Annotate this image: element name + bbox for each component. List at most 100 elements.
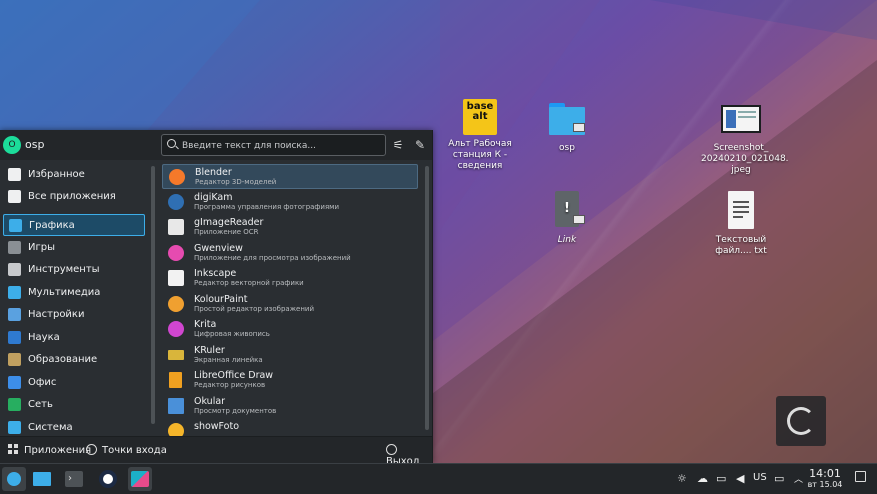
okular-icon [168, 398, 184, 414]
gimagereader-icon [168, 219, 184, 235]
osd-rotation-indicator [776, 396, 826, 446]
bookmark-icon [8, 168, 21, 181]
desktop-icon-osp[interactable]: osp [527, 99, 607, 154]
category-scrollbar[interactable] [151, 166, 155, 424]
leave-icon [386, 444, 397, 455]
desktop-icon-label: Текстовый файл.... txt [715, 235, 767, 256]
app-item[interactable]: KRuler Экранная линейка [162, 343, 418, 368]
app-item[interactable]: Inkscape Редактор векторной графики [162, 266, 418, 291]
desktop-icon-screenshot[interactable]: Screenshot_ 20240210_021048. jpeg [701, 99, 789, 176]
gwenview-icon [168, 245, 184, 261]
graphics-icon [9, 219, 22, 232]
desktop-icon-label: osp [559, 143, 575, 153]
category-games[interactable]: Игры [3, 237, 145, 259]
application-launcher: O osp ⚟ ✎ Избранное Все приложения Графи… [0, 130, 433, 467]
showfoto-icon [168, 423, 184, 436]
basealt-logo-icon: base alt [463, 99, 497, 135]
category-education[interactable]: Образование [3, 349, 145, 371]
places-tab[interactable]: Точки входа [86, 444, 167, 456]
desktop-icon-label: Screenshot_ 20240210_021048. jpeg [701, 143, 789, 175]
category-office[interactable]: Офис [3, 372, 145, 394]
app-item[interactable]: Gwenview Приложение для просмотра изображ… [162, 241, 418, 266]
weather-icon[interactable]: ☼ [677, 472, 687, 485]
text-file-icon [721, 191, 761, 231]
category-network[interactable]: Сеть [3, 394, 145, 416]
app-item[interactable]: showFoto [162, 419, 418, 436]
rotate-icon [787, 407, 815, 435]
system-icon [8, 421, 21, 434]
taskbar-spectacle[interactable] [128, 467, 152, 491]
desktop-icon-link[interactable]: ! Link [527, 191, 607, 246]
desktop-icon-basealt[interactable]: base alt Альт Рабочая станция К - сведен… [440, 99, 520, 172]
display-icon[interactable]: ▭ [774, 472, 784, 485]
settings-icon [8, 308, 21, 321]
apps-grid-icon [8, 444, 18, 454]
app-list: Blender Редактор 3D-моделей digiKam Програ… [160, 162, 422, 436]
battery-icon[interactable]: ▭ [716, 472, 726, 485]
category-tools[interactable]: Инструменты [3, 259, 145, 281]
games-icon [8, 241, 21, 254]
launcher-header: O osp ⚟ ✎ [0, 130, 432, 160]
search-input[interactable] [180, 137, 384, 154]
app-item[interactable]: KolourPaint Простой редактор изображений [162, 292, 418, 317]
image-file-icon [721, 99, 761, 139]
multimedia-icon [8, 286, 21, 299]
app-item[interactable]: gImageReader Приложение OCR [162, 215, 418, 240]
taskbar: › ☼ ☁ ▭ ◀ US ▭ ︿ 14:01 вт 15.04 [0, 463, 877, 494]
keyboard-layout[interactable]: US [753, 472, 767, 483]
kruler-icon [168, 350, 184, 360]
terminal-icon: › [65, 471, 83, 487]
inkscape-icon [168, 270, 184, 286]
avatar[interactable]: O [3, 136, 21, 154]
taskbar-terminal[interactable]: › [62, 467, 86, 491]
app-item[interactable]: digiKam Программа управления фотографиями [162, 190, 418, 215]
clock[interactable]: 14:01 вт 15.04 [802, 467, 848, 489]
office-icon [8, 376, 21, 389]
apps-grid-icon [8, 190, 21, 203]
app-item[interactable]: Krita Цифровая живопись [162, 317, 418, 342]
desktop-icon-label: Альт Рабочая станция К - сведения [448, 139, 512, 171]
compass-icon [86, 444, 97, 455]
configure-icon[interactable]: ⚟ [389, 136, 407, 154]
user-name: osp [25, 138, 45, 151]
network-icon [8, 398, 21, 411]
app-item[interactable]: Blender Редактор 3D-моделей [162, 164, 418, 189]
launcher-button[interactable] [2, 467, 26, 491]
category-graphics[interactable]: Графика [3, 214, 145, 236]
clock-date: вт 15.04 [807, 480, 843, 489]
kolourpaint-icon [168, 296, 184, 312]
show-desktop-icon[interactable] [855, 471, 866, 482]
science-icon [8, 331, 21, 344]
pin-icon[interactable]: ✎ [411, 136, 429, 154]
education-icon [8, 353, 21, 366]
folder-icon [33, 472, 51, 486]
category-favorites[interactable]: Избранное [3, 164, 145, 186]
search-icon [167, 139, 176, 148]
app-item[interactable]: Okular Просмотр документов [162, 394, 418, 419]
tools-icon [8, 263, 21, 276]
launcher-footer: Приложения Точки входа Выход [0, 436, 432, 467]
browser-icon [99, 470, 117, 488]
app-item[interactable]: LibreOffice Draw Редактор рисунков [162, 368, 418, 393]
krita-icon [168, 321, 184, 337]
search-box[interactable] [161, 134, 386, 156]
category-system[interactable]: Система [3, 417, 145, 436]
category-all-apps[interactable]: Все приложения [3, 186, 145, 208]
category-settings[interactable]: Настройки [3, 304, 145, 326]
taskbar-browser[interactable] [96, 467, 120, 491]
digikam-icon [168, 194, 184, 210]
applications-tab[interactable]: Приложения [8, 444, 91, 456]
broken-link-icon: ! [547, 191, 587, 231]
taskbar-file-manager[interactable] [30, 467, 54, 491]
category-multimedia[interactable]: Мультимедиа [3, 282, 145, 304]
category-science[interactable]: Наука [3, 327, 145, 349]
network-icon[interactable]: ☁ [697, 472, 708, 485]
libreoffice-draw-icon [169, 372, 182, 388]
app-list-scrollbar[interactable] [425, 166, 429, 430]
folder-icon [547, 99, 587, 139]
blender-icon [169, 169, 185, 185]
clock-time: 14:01 [809, 467, 841, 480]
volume-icon[interactable]: ◀ [736, 472, 744, 485]
desktop-icon-textfile[interactable]: Текстовый файл.... txt [701, 191, 781, 257]
category-list: Избранное Все приложения Графика Игры Ин… [0, 160, 150, 436]
